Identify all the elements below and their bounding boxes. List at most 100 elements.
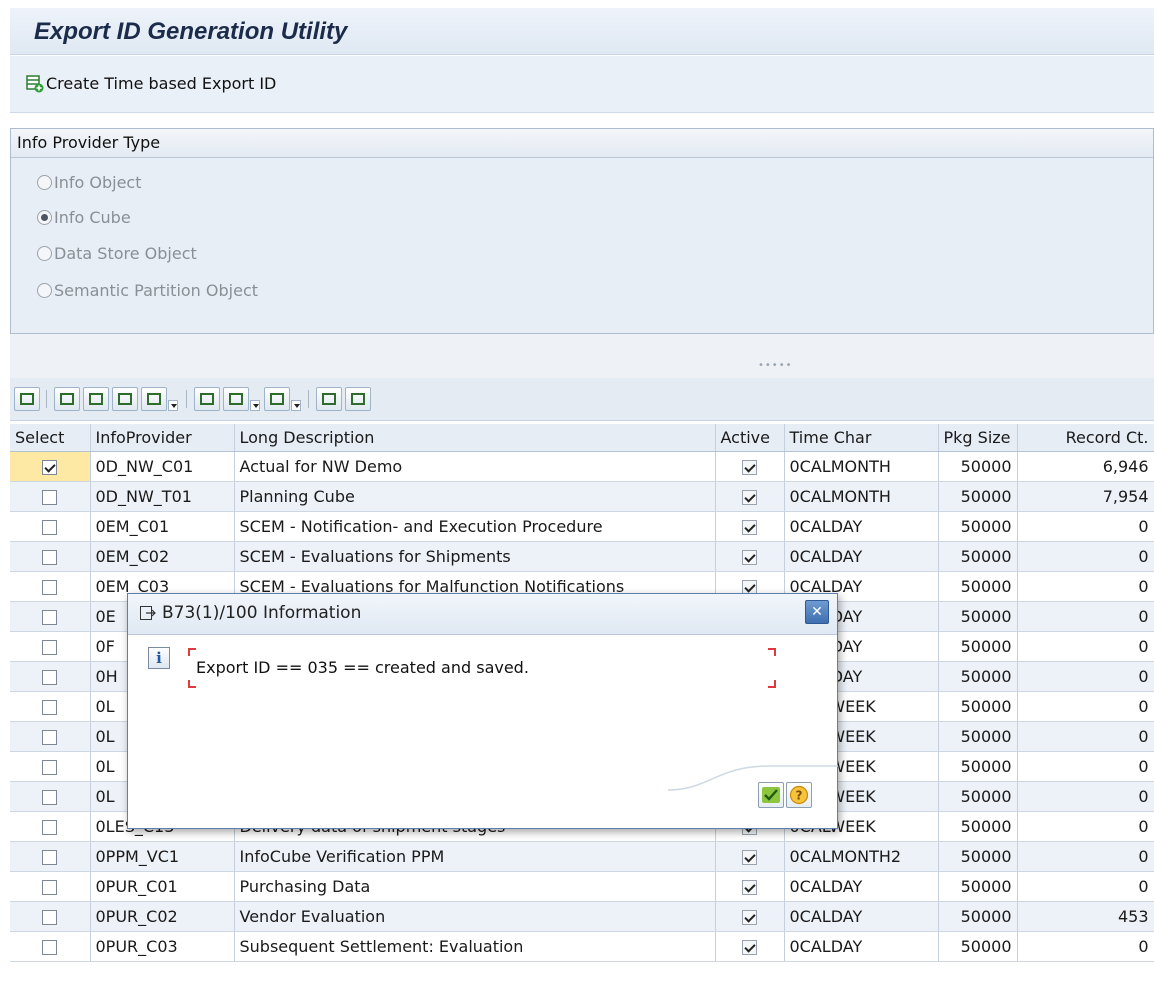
- dialog-message: Export ID == 035 == created and saved.: [196, 658, 529, 677]
- sort-ascending-icon[interactable]: [54, 387, 80, 411]
- details-icon[interactable]: [14, 387, 40, 411]
- select-cell[interactable]: [10, 751, 91, 782]
- radio-info-object[interactable]: Info Object: [37, 173, 141, 192]
- table-row[interactable]: 0D_NW_C01 Actual for NW Demo 0CALMONTH 5000…: [10, 451, 1154, 482]
- select-checkbox[interactable]: [42, 640, 58, 655]
- select-checkbox[interactable]: [42, 490, 58, 505]
- active-checkbox: [742, 460, 757, 475]
- select-checkbox[interactable]: [42, 580, 58, 595]
- time-char-cell: 0CALDAY: [784, 901, 939, 932]
- record-count-cell: 0: [1017, 691, 1154, 722]
- select-cell[interactable]: [10, 481, 91, 512]
- table-row[interactable]: 0EM_C01 SCEM - Notification- and Executio…: [10, 511, 1154, 542]
- select-cell[interactable]: [10, 511, 91, 542]
- pkg-size-cell: 50000: [938, 691, 1018, 722]
- select-layout-icon[interactable]: [316, 387, 342, 411]
- infoprovider-cell: 0PUR_C03: [90, 931, 235, 962]
- table-row[interactable]: 0PUR_C01 Purchasing Data 0CALDAY 50000 0: [10, 871, 1154, 902]
- select-checkbox[interactable]: [42, 550, 58, 565]
- create-export-button[interactable]: Create Time based Export ID: [26, 74, 276, 93]
- select-checkbox[interactable]: [42, 790, 58, 805]
- table-row[interactable]: 0EM_C02 SCEM - Evaluations for Shipments 0…: [10, 541, 1154, 572]
- views-icon[interactable]: [223, 387, 249, 411]
- splitter-grip-icon[interactable]: •••••: [758, 360, 793, 371]
- column-header-time-char[interactable]: Time Char: [784, 424, 939, 452]
- save-layout-icon[interactable]: [345, 387, 371, 411]
- export-icon[interactable]: [264, 387, 290, 411]
- select-cell[interactable]: [10, 721, 91, 752]
- select-checkbox[interactable]: [42, 820, 58, 835]
- radio-button[interactable]: [37, 175, 52, 190]
- column-header-active[interactable]: Active: [715, 424, 785, 452]
- table-row[interactable]: 0D_NW_T01 Planning Cube 0CALMONTH 50000 7,95…: [10, 481, 1154, 512]
- radio-button[interactable]: [37, 283, 52, 298]
- column-header-select[interactable]: Select: [10, 424, 91, 452]
- select-checkbox[interactable]: [42, 730, 58, 745]
- active-checkbox: [742, 940, 757, 955]
- select-checkbox[interactable]: [42, 880, 58, 895]
- select-cell[interactable]: [10, 541, 91, 572]
- infoprovider-cell: 0EM_C01: [90, 511, 235, 542]
- pkg-size-cell: 50000: [938, 661, 1018, 692]
- radio-semantic-partition-object[interactable]: Semantic Partition Object: [37, 281, 258, 300]
- select-checkbox[interactable]: [42, 910, 58, 925]
- select-cell[interactable]: [10, 811, 91, 842]
- active-cell: [715, 931, 785, 962]
- radio-data-store-object[interactable]: Data Store Object: [37, 244, 197, 263]
- infoprovider-cell: 0PPM_VC1: [90, 841, 235, 872]
- record-count-cell: 0: [1017, 841, 1154, 872]
- select-cell[interactable]: [10, 931, 91, 962]
- create-export-icon: [26, 74, 44, 93]
- radio-label: Semantic Partition Object: [54, 281, 259, 300]
- select-cell[interactable]: [10, 661, 91, 692]
- time-char-cell: 0CALDAY: [784, 541, 939, 572]
- select-checkbox[interactable]: [42, 700, 58, 715]
- table-row[interactable]: 0PUR_C02 Vendor Evaluation 0CALDAY 50000 453: [10, 901, 1154, 932]
- find-icon[interactable]: [112, 387, 138, 411]
- select-checkbox[interactable]: [42, 460, 58, 475]
- radio-button-selected[interactable]: [37, 210, 52, 225]
- filter-dropdown-icon[interactable]: [168, 400, 178, 411]
- column-header-long-description[interactable]: Long Description: [234, 424, 716, 452]
- column-header-infoprovider[interactable]: InfoProvider: [90, 424, 235, 452]
- confirm-check-icon[interactable]: [758, 782, 784, 808]
- filter-icon[interactable]: [141, 387, 167, 411]
- views-dropdown-icon[interactable]: [250, 400, 260, 411]
- sort-descending-icon[interactable]: [83, 387, 109, 411]
- focus-corner: [768, 680, 776, 688]
- select-cell[interactable]: [10, 571, 91, 602]
- help-icon[interactable]: ?: [786, 782, 812, 808]
- record-count-cell: 0: [1017, 571, 1154, 602]
- pkg-size-cell: 50000: [938, 871, 1018, 902]
- radio-button[interactable]: [37, 246, 52, 261]
- print-icon[interactable]: [194, 387, 220, 411]
- select-cell[interactable]: [10, 451, 91, 482]
- export-dropdown-icon[interactable]: [291, 400, 301, 411]
- infoprovider-cell: 0PUR_C02: [90, 901, 235, 932]
- long-description-cell: Purchasing Data: [234, 871, 716, 902]
- column-header-record-count[interactable]: Record Ct.: [1017, 424, 1154, 452]
- column-header-pkg-size[interactable]: Pkg Size: [938, 424, 1018, 452]
- select-checkbox[interactable]: [42, 670, 58, 685]
- select-checkbox[interactable]: [42, 760, 58, 775]
- select-checkbox[interactable]: [42, 940, 58, 955]
- record-count-cell: 0: [1017, 601, 1154, 632]
- select-checkbox[interactable]: [42, 850, 58, 865]
- select-cell[interactable]: [10, 841, 91, 872]
- select-cell[interactable]: [10, 601, 91, 632]
- toolbar-separator: [186, 390, 187, 408]
- close-icon[interactable]: ✕: [805, 600, 829, 624]
- select-checkbox[interactable]: [42, 610, 58, 625]
- select-checkbox[interactable]: [42, 520, 58, 535]
- select-cell[interactable]: [10, 781, 91, 812]
- table-row[interactable]: 0PUR_C03 Subsequent Settlement: Evaluatio…: [10, 931, 1154, 962]
- select-cell[interactable]: [10, 871, 91, 902]
- active-checkbox: [742, 520, 757, 535]
- select-cell[interactable]: [10, 901, 91, 932]
- select-cell[interactable]: [10, 691, 91, 722]
- select-cell[interactable]: [10, 631, 91, 662]
- table-row[interactable]: 0PPM_VC1 InfoCube Verification PPM 0CALMON…: [10, 841, 1154, 872]
- active-cell: [715, 541, 785, 572]
- radio-info-cube[interactable]: Info Cube: [37, 208, 131, 227]
- splitter[interactable]: •••••: [10, 334, 1154, 378]
